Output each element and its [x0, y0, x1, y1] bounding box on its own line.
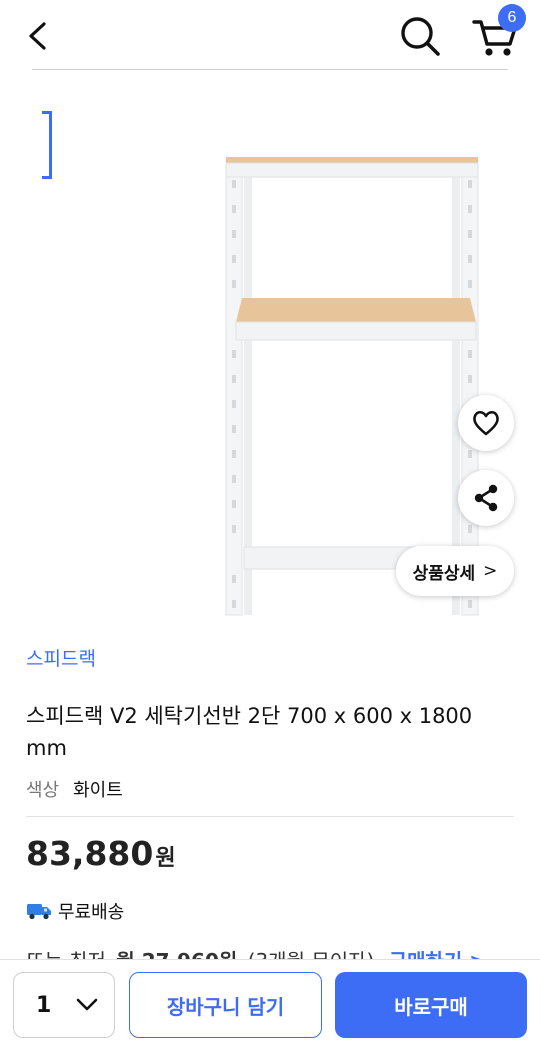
option-value: 화이트 — [73, 780, 123, 801]
shelf-rack-illustration — [225, 157, 479, 616]
quantity-select[interactable]: 1 — [13, 972, 115, 1038]
chevron-down-icon — [76, 998, 98, 1011]
share-button[interactable] — [458, 470, 514, 526]
installment-promo: 또는 최저 월 27,960원 (3개월 무이자) 구매하기 > — [26, 946, 486, 960]
shipping-label: 무료배송 — [58, 902, 125, 923]
truck-icon — [27, 904, 51, 920]
price: 83,880원 — [26, 834, 176, 873]
top-bar: 6 — [0, 0, 540, 70]
chevron-left-icon — [29, 22, 46, 50]
heart-icon — [473, 410, 499, 436]
shipping-info: 무료배송 — [26, 898, 124, 924]
price-unit: 원 — [155, 846, 176, 871]
product-image[interactable] — [0, 90, 540, 620]
quantity-value: 1 — [36, 992, 52, 1018]
search-icon — [401, 17, 440, 56]
add-to-cart-button[interactable]: 장바구니 담기 — [129, 972, 322, 1038]
image-indicator — [42, 111, 52, 179]
chevron-right-icon: > — [483, 561, 498, 581]
header-divider — [32, 69, 508, 70]
share-icon — [474, 484, 498, 512]
product-title: 스피드랙 V2 세탁기선반 2단 700 x 600 x 1800 mm — [26, 704, 473, 760]
option-label: 색상 — [26, 780, 60, 801]
option-row: 색상 화이트 — [26, 776, 123, 802]
buy-now-button[interactable]: 바로구매 — [335, 972, 527, 1038]
back-button[interactable] — [20, 18, 56, 54]
brand-link[interactable]: 스피드랙 — [26, 644, 96, 671]
info-divider — [26, 816, 514, 817]
product-detail-button[interactable]: 상품상세 > — [396, 546, 514, 596]
product-detail-label: 상품상세 — [412, 563, 476, 584]
search-button[interactable] — [398, 14, 442, 58]
wishlist-button[interactable] — [458, 395, 514, 451]
price-amount: 83,880 — [26, 834, 154, 873]
cart-count-badge: 6 — [498, 4, 526, 32]
